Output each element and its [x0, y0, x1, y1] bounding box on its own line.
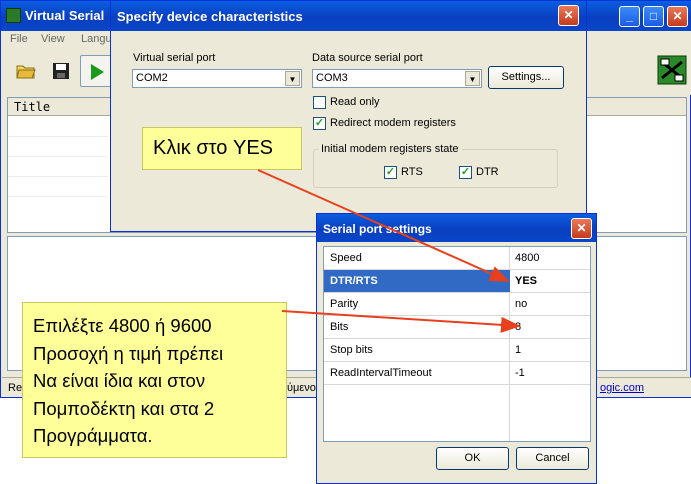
row-value[interactable]: 1 [515, 344, 521, 356]
speed-note-callout: Επιλέξτε 4800 ή 9600 Προσοχή η τιμή πρέπ… [22, 302, 287, 458]
speed-note-line: Προγράμματα. [33, 425, 153, 446]
menu-file[interactable]: File [10, 33, 28, 45]
menu-view[interactable]: View [41, 33, 65, 45]
redirect-modem-label: Redirect modem registers [330, 117, 456, 129]
dtr-label: DTR [476, 166, 499, 178]
row-value[interactable]: 8 [515, 321, 521, 333]
app-icon [6, 8, 21, 23]
row-value[interactable]: no [515, 298, 527, 310]
row-value[interactable]: 4800 [515, 252, 539, 264]
checkmark-icon: ✓ [314, 117, 325, 129]
status-text: Re [8, 382, 23, 394]
main-window-title: Virtual Serial [25, 8, 105, 23]
list-divider [8, 136, 108, 137]
close-icon[interactable]: ✕ [558, 5, 579, 26]
speed-note-line: Πομποδέκτη και στα 2 [33, 397, 215, 419]
play-icon [91, 64, 104, 80]
speed-note-text: Επιλέξτε 4800 ή 9600 Προσοχή η τιμή πρέπ… [33, 312, 223, 450]
close-icon[interactable]: ✕ [667, 6, 688, 27]
modem-state-group-label: Initial modem registers state [318, 143, 462, 155]
row-key: Bits [330, 321, 349, 333]
checkmark-icon: ✓ [385, 166, 396, 178]
play-button[interactable] [80, 55, 112, 87]
row-key: DTR/RTS [330, 275, 378, 287]
close-icon[interactable]: ✕ [571, 218, 592, 239]
chevron-down-icon[interactable]: ▼ [465, 71, 480, 86]
row-value[interactable]: -1 [515, 367, 525, 379]
row-value-editor[interactable]: YES [510, 270, 590, 292]
row-key: Stop bits [330, 344, 373, 356]
menu-language[interactable]: Langu [81, 33, 112, 45]
row-key: Speed [330, 252, 362, 264]
column-title[interactable]: Title [14, 100, 50, 114]
serial-port-settings-dialog: Serial port settings ✕ Speed 4800 DTR/RT… [316, 213, 597, 484]
status-text-mid: ύμενο [287, 382, 316, 394]
read-only-label: Read only [330, 96, 380, 108]
settings-row-read-interval[interactable]: ReadIntervalTimeout -1 [324, 362, 590, 385]
ok-button[interactable]: OK [436, 447, 509, 470]
save-disk-icon[interactable] [51, 61, 71, 81]
open-folder-icon[interactable] [16, 61, 36, 81]
source-port-value: COM3 [316, 72, 348, 84]
virtual-port-label: Virtual serial port [133, 52, 216, 64]
list-divider [8, 196, 108, 197]
settings-row-stop-bits[interactable]: Stop bits 1 [324, 339, 590, 362]
rts-checkbox[interactable]: ✓ [384, 166, 397, 179]
virtual-port-value: COM2 [136, 72, 168, 84]
grid-column-divider [509, 385, 510, 441]
settings-dialog-title-bar: Serial port settings ✕ [317, 214, 596, 242]
speed-note-line: Επιλέξτε 4800 ή 9600 [33, 315, 212, 336]
dtr-checkbox[interactable]: ✓ [459, 166, 472, 179]
speed-note-line: Προσοχή η τιμή πρέπει [33, 342, 224, 364]
website-link[interactable]: ogic.com [600, 382, 644, 394]
specify-dialog: Specify device characteristics ✕ Virtual… [110, 0, 587, 232]
row-key: Parity [330, 298, 359, 310]
read-only-checkbox[interactable] [313, 96, 326, 109]
source-port-select[interactable]: COM3 ▼ [312, 69, 482, 88]
click-yes-callout: Κλικ στο YES [142, 127, 302, 170]
list-divider [8, 176, 108, 177]
cancel-button[interactable]: Cancel [516, 447, 589, 470]
maximize-icon[interactable]: □ [643, 6, 664, 27]
speed-note-line: Να είναι ίδια και στον [33, 370, 206, 391]
checkmark-icon: ✓ [460, 166, 471, 178]
list-divider [8, 156, 108, 157]
rts-label: RTS [401, 166, 423, 178]
settings-dialog-title: Serial port settings [323, 222, 432, 236]
specify-dialog-title: Specify device characteristics [117, 9, 303, 24]
settings-row-bits[interactable]: Bits 8 [324, 316, 590, 339]
chevron-down-icon[interactable]: ▼ [285, 71, 300, 86]
settings-row-parity[interactable]: Parity no [324, 293, 590, 316]
settings-grid: Speed 4800 DTR/RTS YES Parity no Bits 8 … [323, 246, 591, 442]
redirect-modem-checkbox[interactable]: ✓ [313, 117, 326, 130]
click-yes-text: Κλικ στο YES [153, 137, 273, 159]
virtual-port-select[interactable]: COM2 ▼ [132, 69, 302, 88]
settings-row-speed[interactable]: Speed 4800 [324, 247, 590, 270]
settings-row-dtr-rts[interactable]: DTR/RTS YES [324, 270, 590, 293]
row-key: ReadIntervalTimeout [330, 367, 432, 379]
network-icon [657, 55, 687, 85]
minimize-icon[interactable]: _ [619, 6, 640, 27]
settings-button[interactable]: Settings... [488, 66, 564, 89]
source-port-label: Data source serial port [312, 52, 423, 64]
specify-dialog-title-bar: Specify device characteristics ✕ [111, 1, 586, 31]
